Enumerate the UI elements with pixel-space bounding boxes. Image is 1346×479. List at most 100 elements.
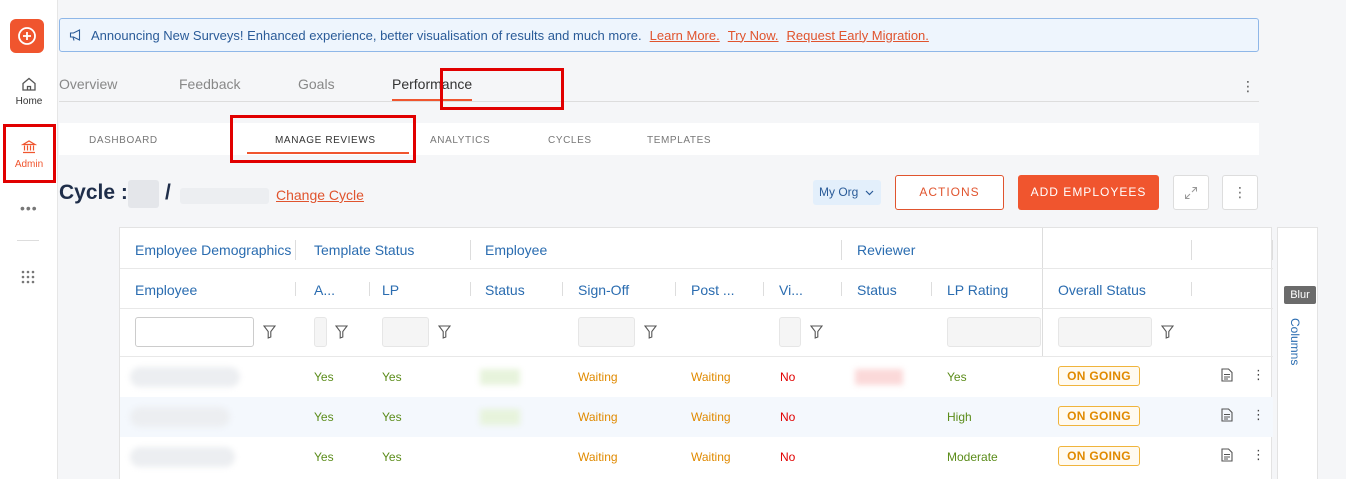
more-horizontal-icon[interactable]: ••• (20, 200, 38, 216)
status-badge: ON GOING (1058, 366, 1140, 386)
group-reviewer: Reviewer (857, 242, 916, 258)
cell-lp-rating: High (947, 410, 972, 424)
column-separator (841, 282, 842, 296)
header-divider (120, 308, 1273, 309)
status-badge: ON GOING (1058, 446, 1140, 466)
plus-circle-icon (18, 27, 36, 45)
highlight-box-manage-reviews (230, 115, 416, 163)
cell-lp-rating: Moderate (947, 450, 998, 464)
change-cycle-link[interactable]: Change Cycle (276, 187, 364, 203)
employee-name-redacted (130, 367, 240, 387)
cell-vi: No (780, 450, 796, 464)
column-separator (1191, 240, 1192, 260)
sidebar-item-label: Home (15, 96, 43, 107)
subtab-analytics[interactable]: ANALYTICS (430, 135, 490, 146)
learn-more-link[interactable]: Learn More. (650, 28, 720, 43)
header-vi[interactable]: Vi... (779, 282, 803, 298)
banner-text: Announcing New Surveys! Enhanced experie… (91, 27, 642, 43)
filter-icon[interactable] (335, 325, 348, 339)
header-lp-rating[interactable]: LP Rating (947, 282, 1008, 298)
table-row[interactable]: Yes Yes Waiting Waiting No Yes ON GOING … (120, 357, 1273, 397)
header-sign-off[interactable]: Sign-Off (578, 282, 629, 298)
header-employee[interactable]: Employee (135, 282, 197, 298)
table-row[interactable]: Yes Yes Waiting Waiting No High ON GOING… (120, 397, 1273, 437)
org-scope-label: My Org (819, 185, 859, 199)
cell-post: Waiting (691, 450, 731, 464)
filter-icon[interactable] (438, 325, 451, 339)
document-icon[interactable] (1221, 448, 1233, 462)
apps-grid-icon[interactable] (21, 270, 35, 284)
add-employees-button[interactable]: ADD EMPLOYEES (1018, 175, 1159, 210)
highlight-box-admin (3, 124, 56, 183)
more-vertical-icon[interactable]: ⋮ (1252, 367, 1265, 383)
column-separator (1042, 228, 1043, 356)
highlight-box-performance (440, 68, 564, 110)
reviewer-status-redacted (855, 369, 903, 385)
org-scope-dropdown[interactable]: My Org (813, 180, 881, 205)
header-employee-status[interactable]: Status (485, 282, 525, 298)
main-tabs: Overview Feedback Goals Performance ⋮ (59, 68, 1259, 110)
header-overall-status[interactable]: Overall Status (1058, 282, 1146, 298)
header-a[interactable]: A... (314, 282, 335, 298)
sub-tabs: DASHBOARD MANAGE REVIEWS ANALYTICS CYCLE… (59, 115, 1259, 163)
employee-name-redacted (130, 407, 230, 427)
cell-post: Waiting (691, 410, 731, 424)
tab-feedback[interactable]: Feedback (179, 76, 240, 92)
cycle-toolbar: Cycle : / Change Cycle My Org ACTIONS AD… (59, 175, 1259, 211)
cell-a: Yes (314, 370, 334, 384)
megaphone-icon (69, 29, 81, 41)
filter-icon[interactable] (810, 325, 823, 339)
cycle-title: Cycle : (59, 181, 128, 204)
cell-sign-off: Waiting (578, 370, 618, 384)
cell-lp-rating: Yes (947, 370, 967, 384)
cell-a: Yes (314, 450, 334, 464)
chevron-down-icon (865, 190, 874, 196)
request-early-migration-link[interactable]: Request Early Migration. (787, 28, 929, 43)
home-icon (22, 77, 36, 91)
lp-filter-input[interactable] (382, 317, 429, 347)
cell-lp: Yes (382, 450, 402, 464)
filter-icon[interactable] (644, 325, 657, 339)
tab-overview[interactable]: Overview (59, 76, 117, 92)
sidebar-item-home[interactable]: Home (0, 76, 58, 107)
more-options-button[interactable]: ⋮ (1222, 175, 1258, 210)
filter-icon[interactable] (263, 325, 276, 339)
header-post[interactable]: Post ... (691, 282, 735, 298)
subtab-templates[interactable]: TEMPLATES (647, 135, 711, 146)
more-vertical-icon[interactable]: ⋮ (1252, 447, 1265, 463)
cycle-name-redacted (128, 180, 159, 208)
header-reviewer-status[interactable]: Status (857, 282, 897, 298)
actions-button[interactable]: ACTIONS (895, 175, 1004, 210)
column-separator (295, 282, 296, 296)
group-template-status: Template Status (314, 242, 415, 258)
sign-off-filter-input[interactable] (578, 317, 635, 347)
lp-rating-filter-input[interactable] (947, 317, 1041, 347)
subtab-cycles[interactable]: CYCLES (548, 135, 592, 146)
create-button[interactable] (10, 19, 44, 53)
try-now-link[interactable]: Try Now. (728, 28, 779, 43)
more-vertical-icon[interactable]: ⋮ (1241, 78, 1255, 95)
expand-icon (1185, 186, 1197, 199)
cell-sign-off: Waiting (578, 410, 618, 424)
expand-button[interactable] (1173, 175, 1209, 210)
header-lp[interactable]: LP (382, 282, 399, 298)
table-row[interactable]: Yes Yes Waiting Waiting No Moderate ON G… (120, 437, 1273, 477)
column-separator (470, 240, 471, 260)
document-icon[interactable] (1221, 408, 1233, 422)
employee-filter-input[interactable] (135, 317, 254, 347)
column-separator (470, 282, 471, 296)
column-separator (562, 282, 563, 296)
filter-icon[interactable] (1161, 325, 1174, 339)
document-icon[interactable] (1221, 368, 1233, 382)
more-vertical-icon[interactable]: ⋮ (1252, 407, 1265, 423)
subtab-dashboard[interactable]: DASHBOARD (89, 135, 158, 146)
overall-status-filter-input[interactable] (1058, 317, 1152, 347)
columns-panel-toggle[interactable]: Columns (1277, 227, 1318, 479)
cell-post: Waiting (691, 370, 731, 384)
cell-sign-off: Waiting (578, 450, 618, 464)
column-separator (369, 282, 370, 296)
a-filter-input[interactable] (314, 317, 327, 347)
cell-lp: Yes (382, 410, 402, 424)
tab-goals[interactable]: Goals (298, 76, 335, 92)
vi-filter-input[interactable] (779, 317, 801, 347)
